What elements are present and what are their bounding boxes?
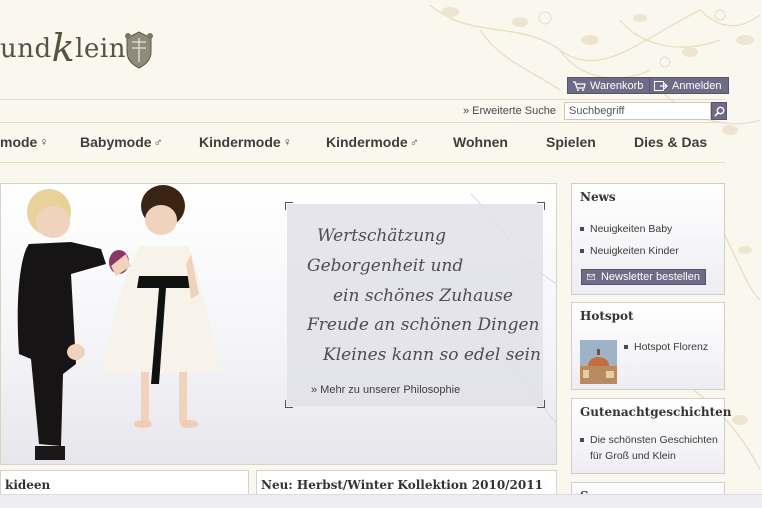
cart-icon <box>572 80 586 91</box>
search-icon <box>713 106 724 117</box>
stories-title: Gutenachtgeschichten <box>580 405 732 419</box>
nav-item-wohnen[interactable]: Wohnen <box>453 134 508 150</box>
search-input[interactable] <box>564 102 711 120</box>
philosophy-quote-box: Wertschätzung Geborgenheit und ein schön… <box>285 202 545 408</box>
bullet-icon <box>580 249 584 253</box>
logo-text-lein: lein <box>75 34 126 64</box>
bullet-icon <box>580 438 584 442</box>
browser-status-bar <box>0 494 762 508</box>
news-box: News Neuigkeiten Baby Neuigkeiten Kinder… <box>571 183 725 295</box>
search-button[interactable] <box>711 102 727 120</box>
nav-item-babymode[interactable]: Babymode ♂ <box>80 134 163 150</box>
divider <box>0 99 725 100</box>
bottom-box-title: Neu: Herbst/Winter Kollektion 2010/2011 <box>261 478 543 492</box>
nav-item-damenmode[interactable]: mode ♀ <box>0 134 48 150</box>
nav-item-kindermode-boys[interactable]: Kindermode ♂ <box>326 134 419 150</box>
hotspot-item[interactable]: Hotspot Florenz <box>624 339 708 355</box>
crest-icon <box>125 31 153 69</box>
nav-item-kindermode-girls[interactable]: Kindermode ♀ <box>199 134 292 150</box>
quote-line: Geborgenheit und <box>307 256 464 276</box>
news-item-baby[interactable]: Neuigkeiten Baby <box>580 221 672 237</box>
login-button[interactable]: Anmelden <box>649 77 729 94</box>
florence-thumbnail[interactable] <box>580 340 617 384</box>
quote-line: Freude an schönen Dingen <box>307 315 540 335</box>
frame-corner <box>285 400 293 408</box>
hero-banner: Wertschätzung Geborgenheit und ein schön… <box>0 183 557 465</box>
bullet-icon <box>580 227 584 231</box>
female-icon: ♀ <box>39 135 49 149</box>
stories-item[interactable]: Die schönsten Geschichten für Groß und K… <box>580 432 718 464</box>
male-icon: ♂ <box>153 135 163 149</box>
nav-item-spielen[interactable]: Spielen <box>546 134 596 150</box>
cart-button[interactable]: Warenkorb <box>567 77 651 94</box>
hotspot-title: Hotspot <box>580 309 634 323</box>
frame-corner <box>537 400 545 408</box>
cart-label: Warenkorb <box>590 79 644 92</box>
bullet-icon <box>624 345 628 349</box>
male-icon: ♂ <box>409 135 419 149</box>
bottom-box-title: kideen <box>5 478 51 492</box>
logo[interactable]: undklein <box>0 22 126 70</box>
philosophy-link[interactable]: » Mehr zu unserer Philosophie <box>311 384 460 396</box>
frame-corner <box>285 202 293 210</box>
female-icon: ♀ <box>282 135 292 149</box>
envelope-icon <box>587 273 595 281</box>
logo-text-und: und <box>0 34 52 64</box>
news-title: News <box>580 190 616 204</box>
main-navigation: mode ♀ Babymode ♂ Kindermode ♀ Kindermode ♂ … <box>0 122 725 162</box>
extended-search-link[interactable]: » Erweiterte Suche <box>463 105 556 117</box>
frame-corner <box>537 202 545 210</box>
logo-text-k: k <box>51 26 76 70</box>
stories-box: Gutenachtgeschichten Die schönsten Gesch… <box>571 398 732 474</box>
nav-item-dies-und-das[interactable]: Dies & Das <box>634 134 707 150</box>
login-icon <box>654 80 668 91</box>
news-item-kinder[interactable]: Neuigkeiten Kinder <box>580 243 679 259</box>
divider <box>0 162 725 163</box>
hotspot-box: Hotspot Hotspot Florenz <box>571 302 725 390</box>
quote-line: Kleines kann so edel sein <box>323 345 541 365</box>
login-label: Anmelden <box>672 79 722 92</box>
newsletter-button[interactable]: Newsletter bestellen <box>581 269 706 285</box>
quote-line: Wertschätzung <box>317 226 447 246</box>
quote-line: ein schönes Zuhause <box>333 286 513 306</box>
